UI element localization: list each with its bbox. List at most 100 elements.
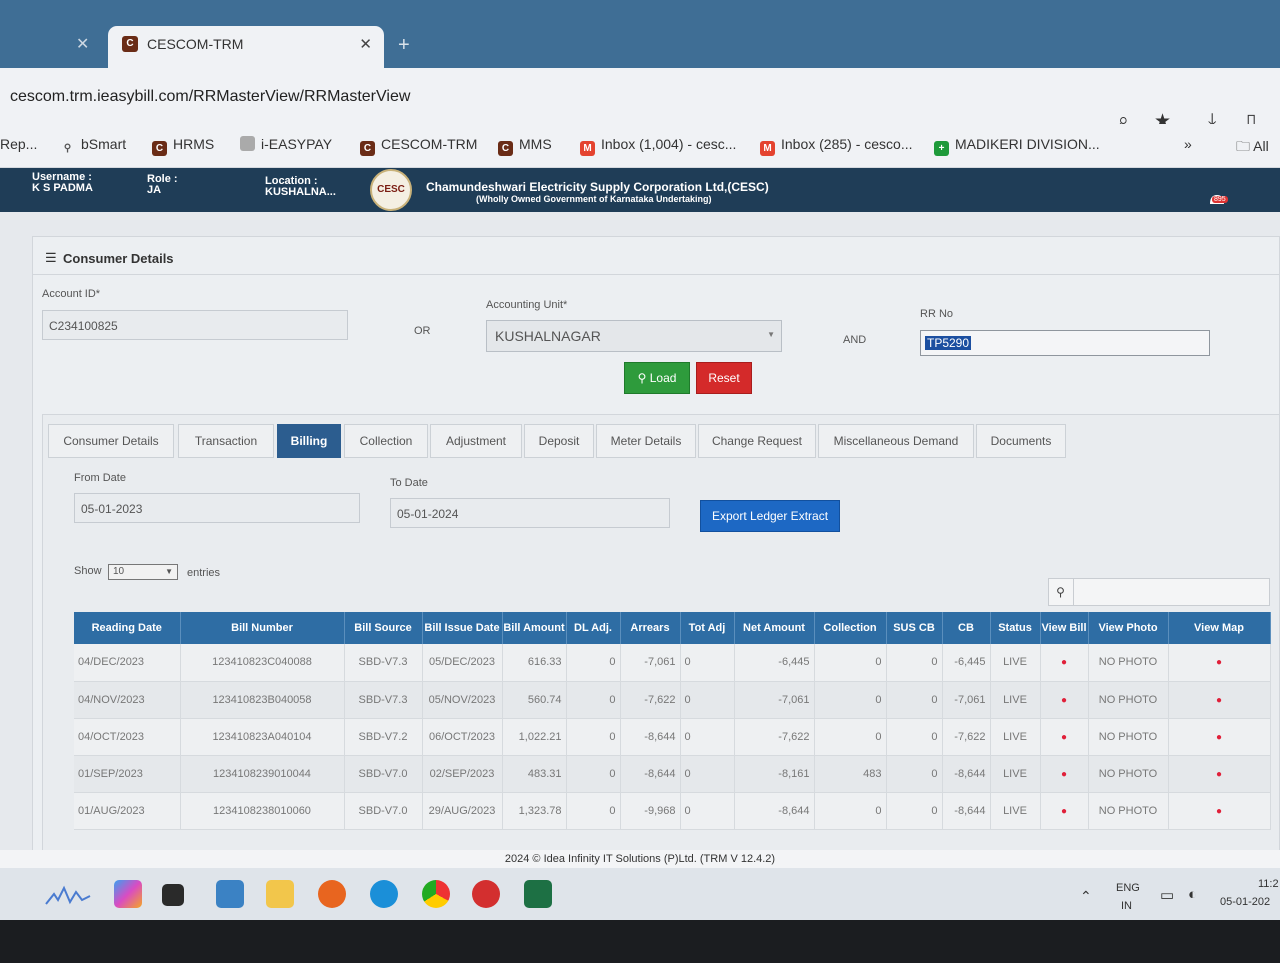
all-bookmarks[interactable]: 🗀 All	[1236, 136, 1269, 160]
account-id-input[interactable]: C234100825	[42, 310, 348, 340]
bookmark-item[interactable]: ⚲ bSmart	[60, 136, 126, 156]
map-pin-icon[interactable]: ●	[1216, 769, 1222, 780]
tab-change-request[interactable]: Change Request	[698, 424, 816, 458]
account-id-label: Account ID*	[42, 288, 101, 300]
view-map-cell[interactable]: ●	[1168, 644, 1271, 682]
view-bill-cell[interactable]: ●	[1040, 755, 1089, 793]
tab-documents[interactable]: Documents	[976, 424, 1066, 458]
file-explorer-icon[interactable]	[266, 880, 294, 908]
chevron-up-icon[interactable]: ⌃	[1080, 888, 1092, 905]
view-map-cell[interactable]: ●	[1168, 681, 1271, 719]
bookmark-item[interactable]: C CESCOM-TRM	[360, 136, 477, 156]
map-pin-icon[interactable]: ●	[1061, 806, 1067, 817]
view-photo-cell[interactable]: NO PHOTO	[1088, 644, 1169, 682]
map-pin-icon[interactable]: ●	[1061, 657, 1067, 668]
tab-meter-details[interactable]: Meter Details	[596, 424, 696, 458]
bookmark-item[interactable]: Rep...	[0, 136, 37, 152]
close-icon[interactable]: ✕	[76, 34, 89, 54]
reset-button[interactable]: Reset	[696, 362, 752, 394]
clock-time[interactable]: 11:2	[1258, 878, 1279, 890]
col-view-map[interactable]: View Map	[1168, 612, 1271, 644]
tab-deposit[interactable]: Deposit	[524, 424, 594, 458]
col-view-bill[interactable]: View Bill	[1040, 612, 1089, 644]
page-footer: 2024 © Idea Infinity IT Solutions (P)Ltd…	[0, 850, 1280, 868]
to-date-input[interactable]: 05-01-2024	[390, 498, 670, 528]
accounting-unit-select[interactable]: KUSHALNAGAR ▼	[486, 320, 782, 352]
language-top[interactable]: ENG	[1116, 882, 1140, 894]
view-bill-cell[interactable]: ●	[1040, 681, 1089, 719]
col-reading-date[interactable]: Reading Date	[74, 612, 181, 644]
tab-consumer-details[interactable]: Consumer Details	[48, 424, 174, 458]
view-map-cell[interactable]: ●	[1168, 718, 1271, 756]
col-status[interactable]: Status	[990, 612, 1041, 644]
col-tot-adj[interactable]: Tot Adj	[680, 612, 735, 644]
copilot-icon[interactable]	[114, 880, 142, 908]
url-field[interactable]: cescom.trm.ieasybill.com/RRMasterView/RR…	[10, 88, 410, 106]
col-collection[interactable]: Collection	[814, 612, 887, 644]
map-pin-icon[interactable]: ●	[1216, 695, 1222, 706]
bookmark-item[interactable]: C HRMS	[152, 136, 214, 156]
view-bill-cell[interactable]: ●	[1040, 792, 1089, 830]
map-pin-icon[interactable]: ●	[1216, 657, 1222, 668]
view-photo-cell[interactable]: NO PHOTO	[1088, 681, 1169, 719]
task-view-icon[interactable]	[162, 884, 184, 906]
network-icon[interactable]: ▭	[1160, 886, 1174, 904]
bookmark-item[interactable]: M Inbox (1,004) - cesc...	[580, 136, 736, 156]
entries-select[interactable]: 10 ▼	[108, 564, 178, 580]
calculator-icon[interactable]	[216, 880, 244, 908]
bookmark-item[interactable]: i-EASYPAY	[240, 136, 332, 152]
view-map-cell[interactable]: ●	[1168, 792, 1271, 830]
tab-collection[interactable]: Collection	[344, 424, 428, 458]
view-photo-cell[interactable]: NO PHOTO	[1088, 718, 1169, 756]
cb-cell: -6,445	[942, 644, 991, 682]
clock-date[interactable]: 05-01-202	[1220, 896, 1270, 908]
app-icon[interactable]	[472, 880, 500, 908]
bookmark-item[interactable]: M Inbox (285) - cesco...	[760, 136, 913, 156]
map-pin-icon[interactable]: ●	[1061, 695, 1067, 706]
view-photo-cell[interactable]: NO PHOTO	[1088, 755, 1169, 793]
from-date-input[interactable]: 05-01-2023	[74, 493, 360, 523]
new-tab-icon[interactable]: +	[398, 34, 410, 57]
tab-miscellaneous-demand[interactable]: Miscellaneous Demand	[818, 424, 974, 458]
col-bill-amount[interactable]: Bill Amount	[502, 612, 567, 644]
col-bill-source[interactable]: Bill Source	[344, 612, 423, 644]
map-pin-icon[interactable]: ●	[1216, 732, 1222, 743]
tab-billing[interactable]: Billing	[277, 424, 341, 458]
view-bill-cell[interactable]: ●	[1040, 718, 1089, 756]
search-icon: ⚲	[637, 371, 647, 385]
view-map-cell[interactable]: ●	[1168, 755, 1271, 793]
map-pin-icon[interactable]: ●	[1061, 769, 1067, 780]
table-search-input[interactable]	[1048, 578, 1270, 606]
col-bill-number[interactable]: Bill Number	[180, 612, 345, 644]
edge-icon[interactable]	[370, 880, 398, 908]
dl-adj-cell: 0	[566, 792, 621, 830]
widgets-icon[interactable]	[44, 880, 92, 908]
tab-transaction[interactable]: Transaction	[178, 424, 274, 458]
map-pin-icon[interactable]: ●	[1061, 732, 1067, 743]
browser-tab[interactable]: C CESCOM-TRM ✕	[108, 26, 384, 68]
firefox-icon[interactable]	[318, 880, 346, 908]
col-cb[interactable]: CB	[942, 612, 991, 644]
load-button[interactable]: ⚲ Load	[624, 362, 690, 394]
rr-no-input[interactable]: TP5290	[920, 330, 1210, 356]
language-bottom[interactable]: IN	[1121, 900, 1132, 912]
export-ledger-button[interactable]: Export Ledger Extract	[700, 500, 840, 532]
col-net-amount[interactable]: Net Amount	[734, 612, 815, 644]
col-arrears[interactable]: Arrears	[620, 612, 681, 644]
bookmark-item[interactable]: + MADIKERI DIVISION...	[934, 136, 1100, 156]
col-sus-cb[interactable]: SUS CB	[886, 612, 943, 644]
tab-close-icon[interactable]: ✕	[359, 35, 372, 53]
col-bill-issue-date[interactable]: Bill Issue Date	[422, 612, 503, 644]
more-bookmarks-icon[interactable]: »	[1184, 136, 1192, 152]
col-dl-adj[interactable]: DL Adj.	[566, 612, 621, 644]
map-pin-icon[interactable]: ●	[1216, 806, 1222, 817]
volume-icon[interactable]: ◐	[1188, 886, 1197, 903]
view-photo-cell[interactable]: NO PHOTO	[1088, 792, 1169, 830]
excel-icon[interactable]	[524, 880, 552, 908]
tab-adjustment[interactable]: Adjustment	[430, 424, 522, 458]
chrome-icon[interactable]	[422, 880, 450, 908]
bookmark-item[interactable]: C MMS	[498, 136, 552, 156]
browser-tab-title: CESCOM-TRM	[147, 36, 244, 52]
view-bill-cell[interactable]: ●	[1040, 644, 1089, 682]
col-view-photo[interactable]: View Photo	[1088, 612, 1169, 644]
